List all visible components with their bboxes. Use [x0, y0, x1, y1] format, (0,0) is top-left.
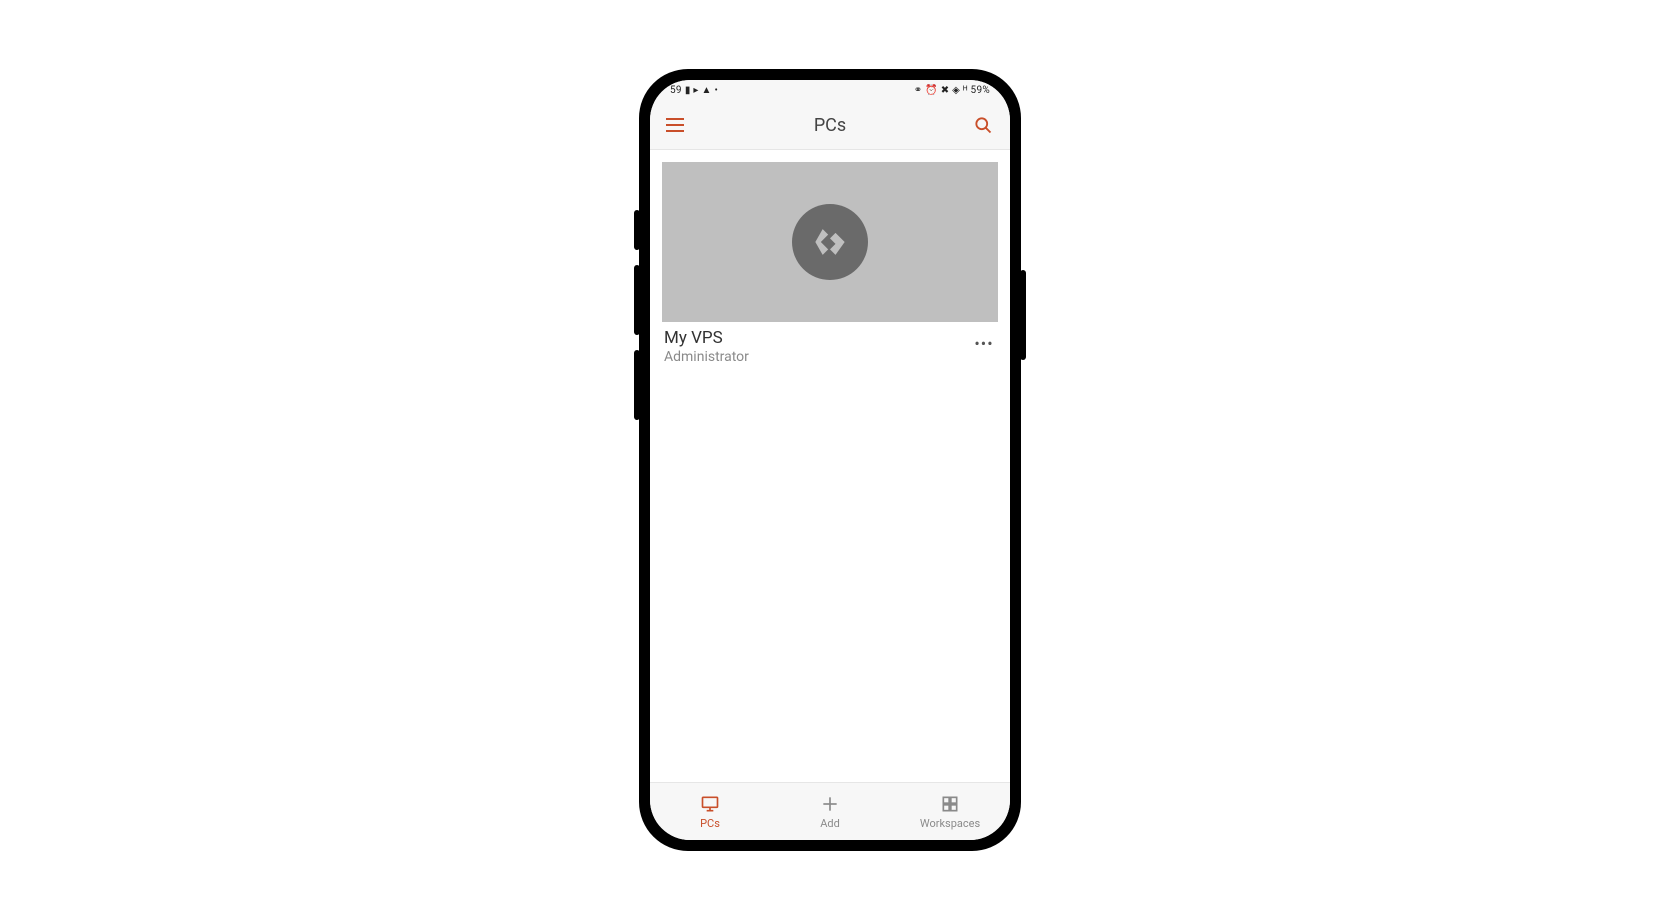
page-title: PCs	[814, 115, 846, 136]
remote-desktop-icon	[792, 204, 868, 280]
status-time: 59	[670, 85, 682, 96]
pc-user: Administrator	[664, 349, 749, 365]
status-left: 59 ▮ ▸ ▲ •	[670, 85, 718, 96]
nav-tab-pcs[interactable]: PCs	[650, 793, 770, 830]
volume-down-button	[634, 265, 640, 335]
app-header: PCs	[650, 102, 1010, 150]
pc-meta: My VPS Administrator •••	[662, 322, 998, 365]
status-left-icons: ▮ ▸ ▲ •	[685, 85, 718, 96]
plus-icon	[819, 793, 841, 815]
pc-info: My VPS Administrator	[664, 328, 749, 365]
nav-tab-workspaces[interactable]: Workspaces	[890, 793, 1010, 830]
bottom-nav: PCs Add	[650, 782, 1010, 840]
phone-screen: 59 ▮ ▸ ▲ • ⚭ ⏰ ✖ ◈ ᴴ 59% PCs	[650, 80, 1010, 840]
status-bar: 59 ▮ ▸ ▲ • ⚭ ⏰ ✖ ◈ ᴴ 59%	[650, 80, 1010, 102]
monitor-icon	[699, 793, 721, 815]
search-icon[interactable]	[972, 114, 994, 136]
grid-icon	[939, 793, 961, 815]
nav-label-workspaces: Workspaces	[920, 817, 980, 830]
hamburger-menu-icon[interactable]	[666, 114, 688, 136]
volume-up-button	[634, 210, 640, 250]
power-button	[1020, 270, 1026, 360]
pc-name: My VPS	[664, 328, 749, 348]
battery-text: 59%	[971, 85, 990, 96]
status-right-icons: ⚭ ⏰ ✖ ◈ ᴴ	[914, 85, 968, 96]
more-options-icon[interactable]: •••	[972, 332, 996, 356]
nav-tab-add[interactable]: Add	[770, 793, 890, 830]
nav-label-pcs: PCs	[700, 817, 720, 830]
pc-thumbnail	[662, 162, 998, 322]
status-right: ⚭ ⏰ ✖ ◈ ᴴ 59%	[914, 85, 990, 96]
nav-label-add: Add	[820, 817, 840, 830]
side-button	[634, 350, 640, 420]
phone-frame: 59 ▮ ▸ ▲ • ⚭ ⏰ ✖ ◈ ᴴ 59% PCs	[640, 70, 1020, 850]
pc-card[interactable]: My VPS Administrator •••	[662, 162, 998, 365]
content-area: My VPS Administrator •••	[650, 150, 1010, 782]
